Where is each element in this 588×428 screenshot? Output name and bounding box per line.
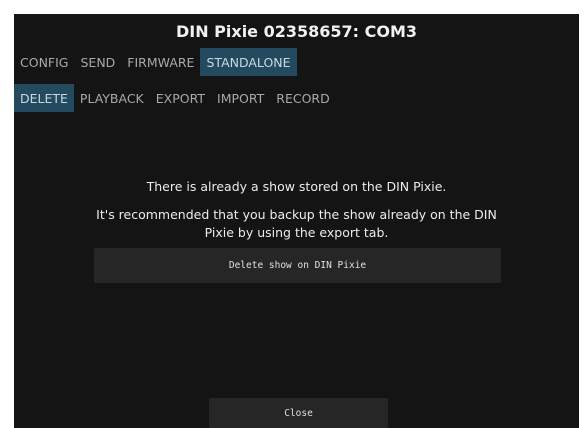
device-window: DIN Pixie 02358657: COM3 CONFIG SEND FIR…	[14, 14, 579, 428]
delete-show-button[interactable]: Delete show on DIN Pixie	[94, 248, 501, 283]
tab-firmware[interactable]: FIRMWARE	[121, 48, 200, 76]
window-title: DIN Pixie 02358657: COM3	[175, 22, 418, 41]
tab-record[interactable]: RECORD	[270, 84, 335, 112]
close-button[interactable]: Close	[209, 398, 388, 428]
tab-playback[interactable]: PLAYBACK	[74, 84, 150, 112]
tab-config[interactable]: CONFIG	[14, 48, 74, 76]
tab-export[interactable]: EXPORT	[150, 84, 211, 112]
show-stored-message: There is already a show stored on the DI…	[146, 179, 447, 194]
tab-send[interactable]: SEND	[74, 48, 121, 76]
sub-tab-bar: DELETE PLAYBACK EXPORT IMPORT RECORD	[14, 84, 336, 112]
tab-delete[interactable]: DELETE	[14, 84, 74, 112]
tab-import[interactable]: IMPORT	[211, 84, 270, 112]
main-tab-bar: CONFIG SEND FIRMWARE STANDALONE	[14, 48, 297, 76]
tab-standalone[interactable]: STANDALONE	[200, 48, 297, 76]
backup-recommendation-message: It's recommended that you backup the sho…	[96, 207, 497, 240]
